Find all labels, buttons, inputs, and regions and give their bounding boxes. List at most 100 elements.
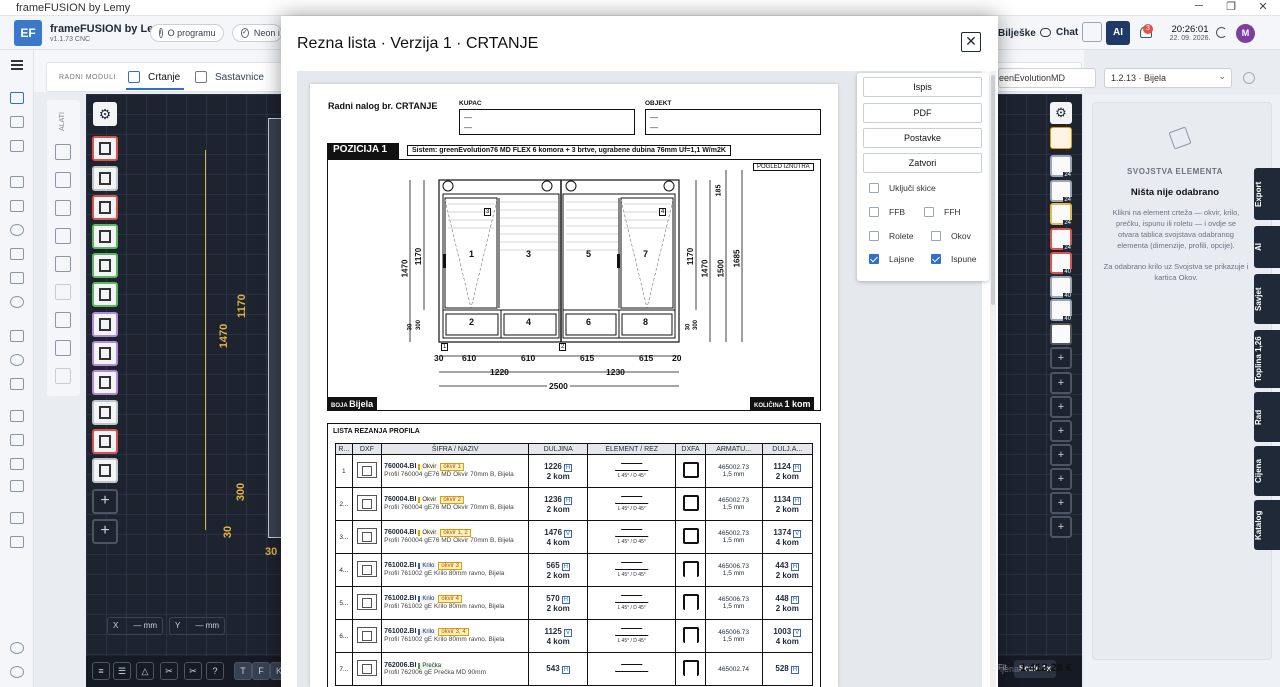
- minimize-button[interactable]: ─: [1184, 0, 1214, 12]
- tfk-f-button[interactable]: F: [252, 662, 270, 680]
- layers-icon[interactable]: [1082, 22, 1102, 42]
- sliders-icon[interactable]: [10, 458, 24, 470]
- package-icon[interactable]: [10, 512, 24, 524]
- postavke-button[interactable]: Postavke: [863, 128, 982, 148]
- frame-tool-7[interactable]: [92, 312, 118, 337]
- globe-icon[interactable]: [10, 296, 24, 308]
- side-tab-cijena[interactable]: Cijena: [1254, 446, 1280, 496]
- settings-icon[interactable]: [10, 666, 24, 678]
- profile-tool-1[interactable]: 24: [1050, 155, 1072, 178]
- pin-icon[interactable]: [55, 144, 71, 160]
- users-icon[interactable]: [10, 354, 24, 366]
- chat-button[interactable]: Chat: [1040, 27, 1078, 38]
- files-icon[interactable]: [10, 248, 24, 260]
- mail-icon[interactable]: [10, 330, 24, 342]
- side-tab-savjet[interactable]: Savjet: [1254, 274, 1280, 324]
- clock-icon[interactable]: [10, 224, 24, 236]
- list-view-icon[interactable]: ≡: [92, 662, 110, 680]
- book-icon[interactable]: [10, 480, 24, 492]
- person-icon[interactable]: [55, 172, 71, 188]
- add-profile-5[interactable]: +: [1050, 444, 1072, 466]
- frame-tool-5[interactable]: [92, 253, 118, 278]
- triangle-icon[interactable]: △: [136, 662, 154, 680]
- frame-tool-10[interactable]: [92, 400, 118, 425]
- side-tab-ai[interactable]: AI: [1254, 226, 1280, 268]
- columns-icon[interactable]: [55, 340, 71, 356]
- help-icon[interactable]: ?: [206, 662, 224, 680]
- shapes-icon[interactable]: [10, 410, 24, 422]
- corner-icon[interactable]: [55, 200, 71, 216]
- pdf-button[interactable]: PDF: [863, 103, 982, 123]
- close-icon[interactable]: ✕: [961, 32, 981, 52]
- cart-icon[interactable]: [10, 536, 24, 548]
- hatch-tool[interactable]: [1050, 323, 1072, 345]
- tools-icon[interactable]: [10, 434, 24, 446]
- theme-toggle-icon[interactable]: [1216, 27, 1227, 38]
- fill-icon[interactable]: [55, 284, 71, 300]
- side-tab-toplina[interactable]: Toplina 1,26: [1254, 330, 1280, 388]
- frame-tool-2[interactable]: [92, 166, 118, 191]
- trash-icon[interactable]: [1050, 127, 1072, 149]
- frame-tool-1[interactable]: [92, 136, 118, 161]
- frame-tool-9[interactable]: [92, 370, 118, 395]
- side-tab-katalog[interactable]: Katalog: [1254, 500, 1280, 550]
- list-icon[interactable]: [10, 140, 24, 152]
- maximize-button[interactable]: ❐: [1216, 0, 1246, 13]
- pencil-icon[interactable]: [55, 228, 71, 244]
- add-profile-2[interactable]: +: [1050, 372, 1072, 394]
- profile-tool-6[interactable]: 40: [1050, 276, 1072, 299]
- note-icon[interactable]: [55, 368, 71, 384]
- close-window-button[interactable]: ✕: [1248, 0, 1278, 13]
- add-profile-3[interactable]: +: [1050, 396, 1072, 418]
- option-checkbox-6[interactable]: [931, 254, 941, 264]
- ai-button[interactable]: AI: [1106, 21, 1130, 45]
- bullets-icon[interactable]: ☰: [113, 662, 131, 680]
- scissors-icon[interactable]: [55, 312, 71, 328]
- frame-tool-8[interactable]: [92, 341, 118, 366]
- tab-sastavnice[interactable]: Sastavnice: [215, 72, 264, 83]
- pdf-icon[interactable]: [10, 272, 24, 284]
- profile-tool-5[interactable]: 40: [1050, 252, 1072, 275]
- grid-icon[interactable]: [55, 256, 71, 272]
- add-tool-button[interactable]: +: [92, 489, 118, 514]
- profile-tool-4[interactable]: 24: [1050, 228, 1072, 251]
- frame-tool-3[interactable]: [92, 195, 118, 220]
- profile-tool-3[interactable]: 24: [1050, 203, 1072, 226]
- tfk-t-button[interactable]: T: [234, 662, 252, 680]
- draw-icon[interactable]: [10, 92, 24, 104]
- report-icon[interactable]: [10, 200, 24, 212]
- frame-tool-11[interactable]: [92, 429, 118, 454]
- plugin-icon[interactable]: [10, 642, 24, 654]
- side-tab-rad[interactable]: Rad: [1254, 392, 1280, 442]
- ispis-button[interactable]: Ispis: [863, 77, 982, 97]
- cube-icon[interactable]: [10, 176, 24, 188]
- option-checkbox-2[interactable]: [924, 207, 934, 217]
- add-profile-6[interactable]: +: [1050, 468, 1072, 490]
- profile-tool-2[interactable]: 24: [1050, 180, 1072, 203]
- frame-tool-12[interactable]: [92, 458, 118, 483]
- y-coordinate-field[interactable]: Y — mm: [169, 617, 225, 635]
- side-tab-export[interactable]: Export: [1254, 168, 1280, 220]
- option-checkbox-4[interactable]: [931, 231, 941, 241]
- option-checkbox-0[interactable]: [869, 183, 879, 193]
- settings-gear-icon[interactable]: ⚙: [1050, 102, 1072, 124]
- x-coordinate-field[interactable]: X — mm: [107, 617, 163, 635]
- profile-tool-7[interactable]: 40: [1050, 299, 1072, 322]
- add-profile-7[interactable]: +: [1050, 492, 1072, 514]
- option-checkbox-1[interactable]: [869, 207, 879, 217]
- scissors-alt-icon[interactable]: ✂: [184, 662, 202, 680]
- zatvori-button[interactable]: Zatvori: [863, 153, 982, 173]
- add-profile-1[interactable]: +: [1050, 347, 1072, 369]
- notes-button[interactable]: Bilješke: [998, 28, 1036, 39]
- scrollbar-thumb[interactable]: [991, 75, 995, 305]
- menu-icon[interactable]: [11, 60, 23, 62]
- cut-icon[interactable]: ✂: [160, 662, 178, 680]
- profile-system-select[interactable]: eenEvolutionMD: [998, 68, 1096, 88]
- scrollbar[interactable]: [990, 71, 996, 687]
- about-button[interactable]: i O programu: [150, 24, 224, 42]
- frame-tool-6[interactable]: [92, 282, 118, 307]
- option-checkbox-3[interactable]: [869, 231, 879, 241]
- add-profile-4[interactable]: +: [1050, 420, 1072, 442]
- frame-tool-4[interactable]: [92, 224, 118, 249]
- document-icon[interactable]: [10, 116, 24, 128]
